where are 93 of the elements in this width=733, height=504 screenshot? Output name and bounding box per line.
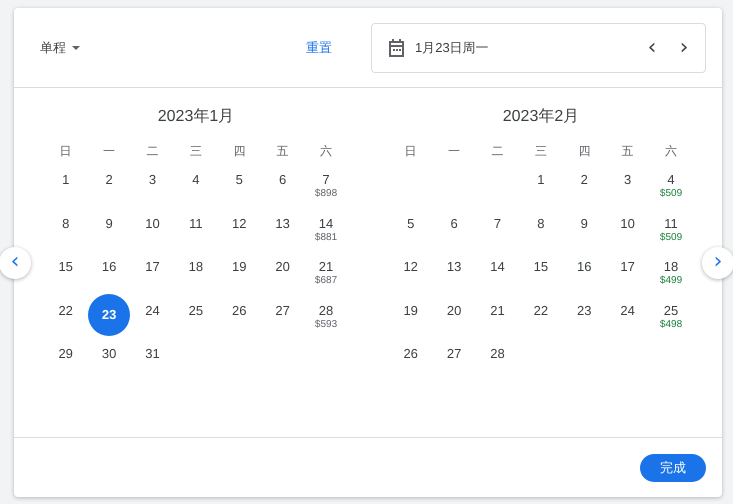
calendar-day[interactable]: 3 [624,172,632,188]
weekday-label: 六 [319,142,334,160]
month-title: 2023年2月 [502,107,580,127]
calendar-day[interactable]: 17 [620,259,635,275]
calendar-day[interactable]: 13 [275,216,290,232]
calendar-day[interactable]: 8 [537,216,544,232]
calendar-day[interactable]: 19 [403,302,418,318]
calendar-day[interactable]: 1 [537,172,544,188]
calendar-day[interactable]: 28 [490,346,505,362]
calendar-day[interactable]: 21 [318,259,334,275]
date-value: 1月23日周一 [415,38,490,56]
calendar-day[interactable]: 13 [446,259,462,275]
calendar-day[interactable]: 4 [667,172,675,188]
caret-icon [72,46,80,50]
weekday-label: 日 [58,142,73,160]
calendar-day[interactable]: 7 [322,172,330,188]
calendar-day[interactable]: 15 [534,259,548,275]
calendar-day[interactable]: 14 [490,259,505,275]
calendar-day[interactable]: 18 [188,259,204,275]
calendar-day[interactable]: 1 [62,172,70,188]
weekday-label: 五 [620,142,635,160]
weekday-label: 一 [102,142,116,160]
calendar-day[interactable]: 21 [490,302,505,318]
calendar-day[interactable]: 3 [148,172,156,188]
calendar-day[interactable]: 10 [145,216,160,232]
calendar-day[interactable]: 22 [58,302,73,318]
month-title: 2023年1月 [156,107,236,127]
calendar-day[interactable]: 12 [232,216,246,232]
calendar-day[interactable]: 27 [446,346,462,362]
weekday-label: 二 [490,142,504,160]
calendar-day[interactable]: 20 [446,302,462,318]
calendar-day[interactable]: 25 [664,302,678,318]
calendar-day[interactable]: 28 [318,302,334,318]
weekday-label: 一 [447,142,462,160]
calendar-day[interactable]: 5 [407,216,414,232]
weekday-label: 二 [145,142,160,160]
calendar-day[interactable]: 24 [620,302,635,318]
weekday-label: 四 [577,142,592,160]
calendar-day[interactable]: 7 [494,216,502,232]
day-price: $898 [314,188,338,199]
calendar-day[interactable]: 6 [450,216,458,232]
day-price: $687 [314,275,338,286]
calendar-day[interactable]: 26 [403,346,418,362]
trip-type-dropdown[interactable]: 单程 [40,38,80,56]
calendar-day[interactable]: 8 [62,216,70,232]
day-price: $498 [660,318,682,330]
calendar-day[interactable]: 24 [145,302,160,318]
calendar-day[interactable]: 27 [275,302,290,318]
calendar-day[interactable]: 26 [232,302,246,318]
weekday-label: 四 [232,142,246,160]
calendar-day[interactable]: 2 [105,172,113,188]
calendar-day[interactable]: 22 [534,302,548,318]
day-price: $509 [660,188,682,199]
previous-date-button[interactable]: ‹ [641,36,663,58]
day-price: $499 [660,275,682,286]
calendar-day[interactable]: 16 [102,259,116,275]
calendar-day[interactable]: 9 [105,216,113,232]
calendar-day[interactable]: 25 [188,302,204,318]
calendar-day[interactable]: 23 [577,302,592,318]
calendar-day[interactable]: 6 [279,172,286,188]
calendar-day[interactable]: 12 [403,259,418,275]
calendar-day[interactable]: 4 [192,172,200,188]
calendar-day[interactable]: 15 [58,259,73,275]
calendar-day[interactable]: 14 [318,216,334,232]
calendar-day[interactable]: 11 [189,216,203,232]
date-field[interactable]: 1月23日周一 ‹ › [371,22,706,72]
calendar-day[interactable]: 23 [88,294,130,336]
calendar-day[interactable]: 29 [58,346,73,362]
previous-month-button[interactable]: ‹ [0,247,31,279]
calendar-day[interactable]: 30 [102,346,116,362]
calendar-day[interactable]: 17 [145,259,160,275]
weekday-label: 六 [664,142,678,160]
weekday-label: 三 [188,142,203,160]
calendar-icon [388,38,405,56]
calendar-day[interactable]: 31 [145,346,160,362]
calendar-day[interactable]: 20 [275,259,290,275]
weekday-label: 三 [534,142,548,160]
calendar-day[interactable]: 2 [580,172,588,188]
next-date-button[interactable]: › [673,36,695,58]
day-price: $509 [660,232,682,242]
weekday-label: 五 [276,142,290,160]
day-price: $881 [314,232,338,242]
calendar-day[interactable]: 10 [620,216,635,232]
calendar-day[interactable]: 18 [664,259,678,275]
calendar-day[interactable]: 16 [577,259,592,275]
calendar-day[interactable]: 5 [236,172,243,188]
calendar-day[interactable]: 11 [664,216,678,232]
calendar-day[interactable]: 9 [580,216,588,232]
day-price: $593 [314,318,338,330]
done-button[interactable]: 完成 [640,454,706,482]
calendar-day[interactable]: 19 [232,259,246,275]
reset-button[interactable]: 重置 [306,38,332,56]
weekday-label: 日 [404,142,418,160]
